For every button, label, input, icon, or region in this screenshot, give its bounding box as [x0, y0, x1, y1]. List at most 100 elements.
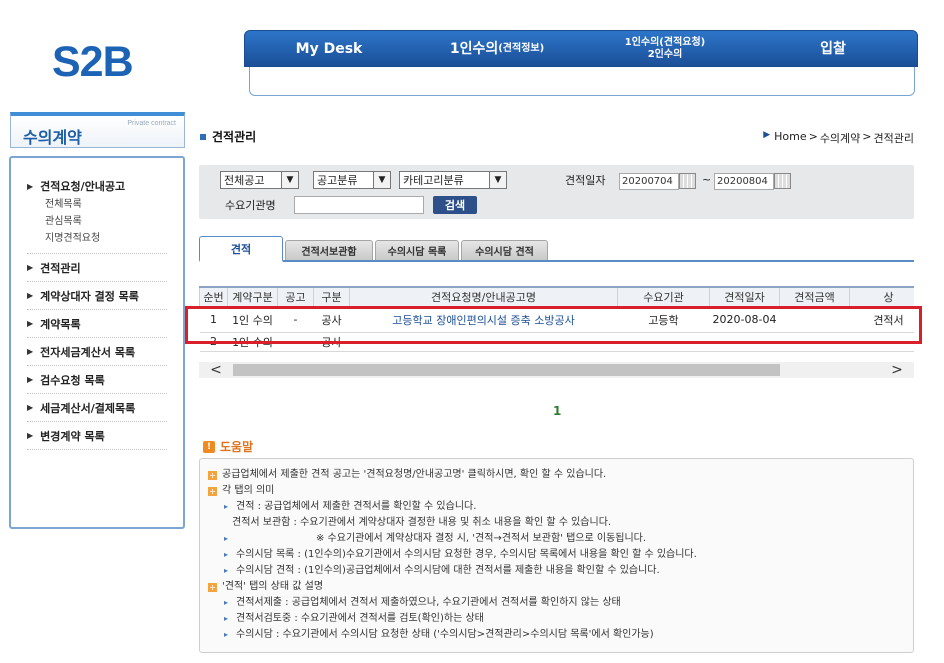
help-line: ▸ 수의시담 : 수요기관에서 수의시담 요청한 상태 ('수의시담>견적관리>수… [208, 627, 913, 643]
breadcrumb-current: 견적관리 [873, 132, 914, 145]
sidebar-item-label: 계약상대자 결정 목록 [40, 289, 139, 303]
table-row[interactable]: 1 1인 수의 - 공사 고등학교 장애인편의시설 증축 소방공사 고등학 20… [199, 307, 914, 333]
calendar-icon[interactable] [679, 173, 696, 189]
tab-bar: 견적 견적서보관함 수의시담 목록 수의시담 견적 [199, 236, 914, 262]
sidebar-item-label: 변경계약 목록 [40, 429, 105, 443]
sidebar-item-label: 세금계산서/결제목록 [40, 401, 136, 415]
sidebar-item-invoice-payment[interactable]: ▶ 세금계산서/결제목록 [27, 394, 167, 422]
scrollbar-thumb[interactable] [233, 364, 780, 376]
cell-quote-name-link[interactable]: 고등학교 장애인편의시설 증축 소방공사 [349, 307, 618, 333]
sidebar-item-contracts[interactable]: ▶ 계약목록 [27, 310, 167, 338]
help-line: 견적서 보관함 : 수요기관에서 계약상대자 결정한 내용 및 취소 내용을 확… [208, 515, 913, 531]
cell-amount [779, 332, 850, 352]
col-header-status: 상 [849, 286, 914, 308]
help-line-text: 수의시담 견적 : (1인수의)공급업체에서 수의시담에 대한 견적서를 제출한… [236, 565, 660, 576]
tab-negotiation-list[interactable]: 수의시담 목록 [375, 240, 459, 260]
col-header-name: 견적요청명/안내공고명 [349, 286, 618, 308]
col-header-notice: 공고 [277, 286, 314, 308]
help-line-text: ※ 수요기관에서 계약상대자 결정 시, '견적→견적서 보관함' 탭으로 이동… [316, 533, 647, 544]
date-to-input[interactable]: 20200804 [714, 173, 774, 190]
exclamation-icon: ! [203, 440, 215, 453]
sidebar-item-label: 전자세금계산서 목록 [40, 345, 136, 359]
nav-single-quote-info[interactable]: 1인수의 (견적정보) [413, 31, 581, 66]
cell-quote-name-link[interactable] [349, 332, 618, 352]
s2b-logo[interactable]: S2B [52, 38, 134, 87]
sidebar-subitem-favorites[interactable]: 관심목록 [45, 213, 167, 230]
sidebar-item-e-tax-invoices[interactable]: ▶ 전자세금계산서 목록 [27, 338, 167, 366]
col-header-org: 수요기관 [617, 286, 710, 308]
nav-quote-request-line2: 2인수의 [647, 48, 683, 60]
help-line: ▸ 수의시담 목록 : (1인수의)수요기관에서 수의시담 요청한 경우, 수의시… [208, 547, 913, 563]
notice-category-select[interactable]: 공고분류 ▼ [313, 171, 391, 189]
search-button[interactable]: 검색 [433, 196, 477, 214]
date-from-input[interactable]: 20200704 [619, 173, 679, 190]
nav-bidding[interactable]: 입찰 [749, 31, 917, 66]
help-line: ▸ ※ 수요기관에서 계약상대자 결정 시, '견적→견적서 보관함' 탭으로 이… [208, 531, 913, 547]
help-line-text: 수의시담 목록 : (1인수의)수요기관에서 수의시담 요청한 경우, 수의시담… [236, 549, 697, 560]
sidebar-subitem-designated[interactable]: 지명견적요청 [45, 230, 167, 247]
sidebar-item-quote-request[interactable]: ▶ 견적요청/안내공고 [27, 176, 167, 196]
category-value: 카테고리분류 [403, 174, 464, 187]
sidebar-item-label: 검수요청 목록 [40, 373, 105, 387]
notice-filter-select[interactable]: 전체공고 ▼ [220, 171, 299, 189]
horizontal-scrollbar[interactable]: < > [199, 362, 914, 378]
breadcrumb-home[interactable]: Home [774, 130, 806, 146]
plus-bullet-icon: + [208, 582, 217, 592]
table-row[interactable]: 2 1인 수의 - 공사 [199, 332, 914, 352]
scroll-right-icon[interactable]: > [880, 362, 914, 378]
sidebar-title: 수의계약 [23, 128, 82, 147]
category-select[interactable]: 카테고리분류 ▼ [399, 171, 507, 189]
chevron-down-icon: ▼ [489, 172, 506, 188]
help-line: ▸ 수의시담 견적 : (1인수의)공급업체에서 수의시담에 대한 견적서를 제출… [208, 563, 913, 579]
chevron-right-icon: > [862, 130, 872, 143]
tab-quote[interactable]: 견적 [199, 236, 283, 262]
chevron-down-icon: ▼ [373, 172, 390, 188]
breadcrumb: ▶ Home > 수의계약 > 견적관리 [763, 130, 914, 146]
arrow-bullet-icon: ▸ [224, 502, 229, 511]
cell-notice: - [277, 307, 314, 333]
help-line: + 공급업체에서 제출한 견적 공고는 '견적요청명/안내공고명' 클릭하시면, … [208, 467, 913, 483]
calendar-icon[interactable] [774, 173, 791, 189]
tab-quote-archive[interactable]: 견적서보관함 [285, 240, 373, 260]
triangle-right-icon: ▶ [27, 319, 34, 328]
arrow-bullet-icon: ▸ [224, 598, 229, 607]
help-line: ▸ 견적서제출 : 공급업체에서 견적서 제출하였으나, 수요기관에서 견적서를 … [208, 595, 913, 611]
chevron-down-icon: ▼ [281, 172, 298, 188]
cell-category: 공사 [313, 332, 350, 352]
breadcrumb-contract[interactable]: 수의계약 [820, 130, 860, 146]
sidebar-menu: ▶ 견적요청/안내공고 전체목록 관심목록 지명견적요청 ▶ 견적관리 ▶ 계약상대자… [9, 156, 185, 529]
help-line-text: 견적서검토중 : 수요기관에서 견적서를 검토(확인)하는 상태 [236, 613, 484, 624]
org-name-input[interactable] [294, 196, 424, 214]
date-label: 견적일자 [565, 174, 606, 187]
notice-category-value: 공고분류 [317, 174, 358, 187]
help-title-text: 도움말 [220, 440, 254, 454]
nav-my-desk[interactable]: My Desk [245, 31, 413, 66]
arrow-bullet-icon: ▸ [224, 630, 229, 639]
sidebar-item-label: 견적요청/안내공고 [40, 180, 126, 193]
tab-negotiation-quote[interactable]: 수의시담 견적 [461, 240, 548, 260]
cell-amount [779, 307, 850, 333]
sidebar-item-contractor-decision[interactable]: ▶ 계약상대자 결정 목록 [27, 282, 167, 310]
sidebar-item-quote-management[interactable]: ▶ 견적관리 [27, 254, 167, 282]
sidebar-item-contract-changes[interactable]: ▶ 변경계약 목록 [27, 422, 167, 450]
scroll-left-icon[interactable]: < [199, 362, 233, 378]
arrow-bullet-icon: ▸ [224, 566, 229, 575]
sidebar-item-inspection-requests[interactable]: ▶ 검수요청 목록 [27, 366, 167, 394]
table-header-row: 순번 계약구분 공고 구분 견적요청명/안내공고명 수요기관 견적일자 견적금액… [199, 286, 914, 308]
cell-type: 1인 수의 [227, 332, 278, 352]
nav-single-quote-sub: (견적정보) [498, 42, 545, 54]
help-line-text: 각 탭의 의미 [222, 485, 275, 496]
sidebar-subitems: 전체목록 관심목록 지명견적요청 [27, 196, 167, 254]
help-line-text: '견적' 탭의 상태 값 설명 [222, 581, 324, 592]
arrow-bullet-icon: ▸ [224, 614, 229, 623]
col-header-date: 견적일자 [709, 286, 780, 308]
nav-quote-request[interactable]: 1인수의(견적요청) 2인수의 [581, 31, 749, 66]
pagination-current-page[interactable]: 1 [553, 404, 561, 418]
triangle-right-icon: ▶ [27, 431, 34, 440]
sidebar-group-quote-request: ▶ 견적요청/안내공고 전체목록 관심목록 지명견적요청 [27, 176, 183, 254]
sidebar-subitem-all[interactable]: 전체목록 [45, 196, 167, 213]
cell-type: 1인 수의 [227, 307, 278, 333]
help-line-text: 공급업체에서 제출한 견적 공고는 '견적요청명/안내공고명' 클릭하시면, 확… [222, 469, 607, 480]
sub-nav-bar [249, 67, 915, 96]
triangle-right-icon: ▶ [27, 403, 34, 412]
